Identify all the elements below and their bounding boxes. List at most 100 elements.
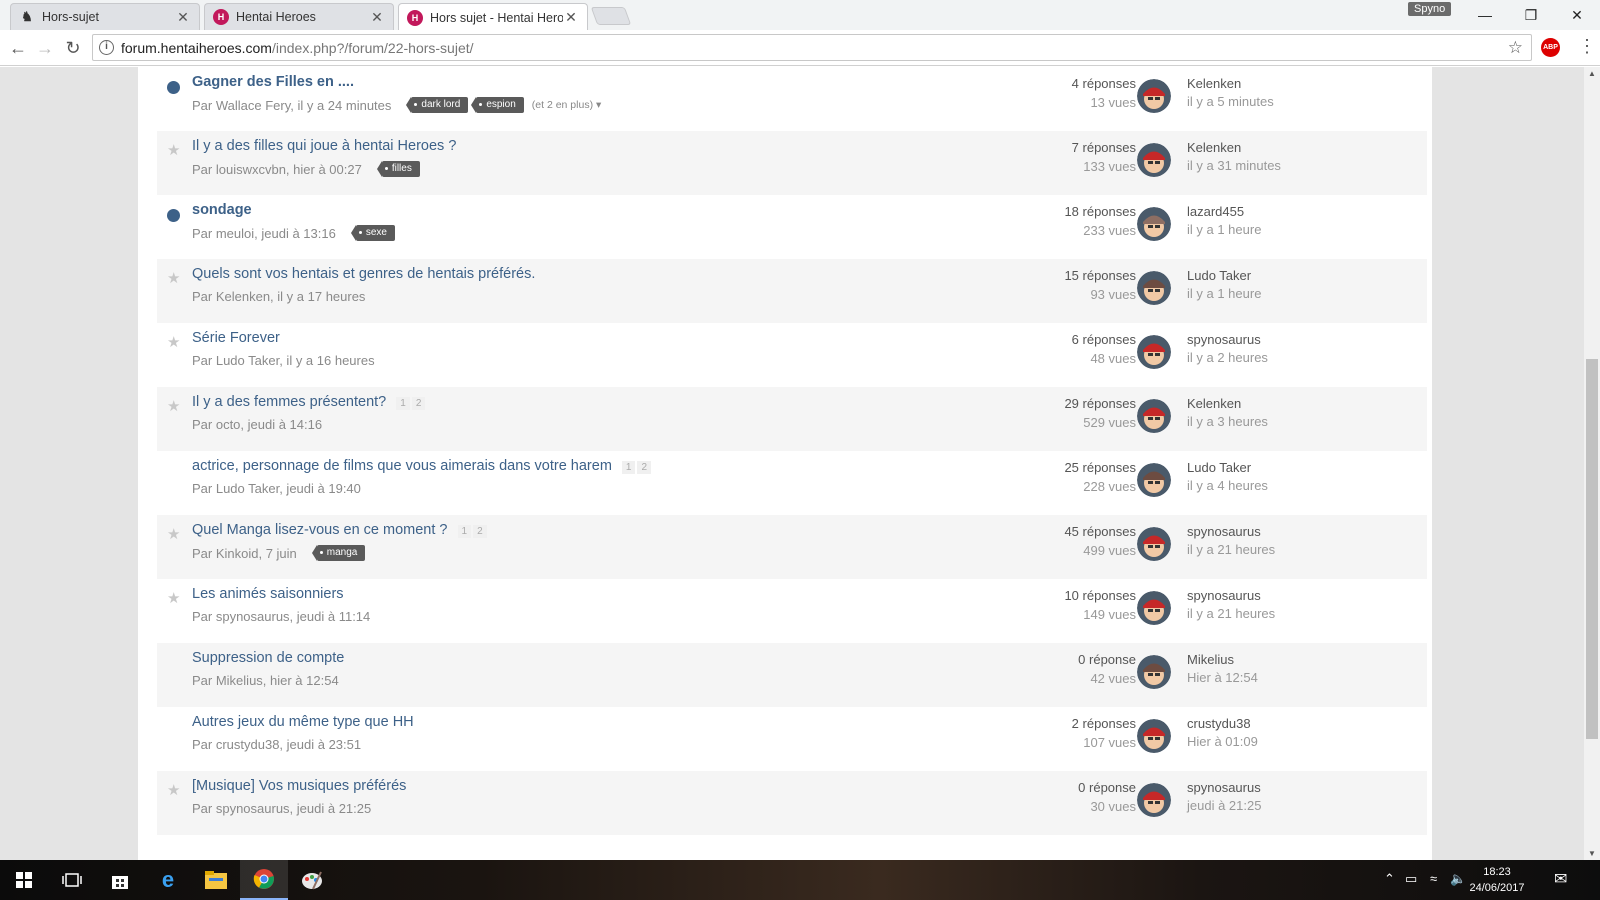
avatar[interactable] — [1137, 527, 1171, 561]
topic-row[interactable]: ★ Il y a des femmes présentent? 1 2 Par octo… — [157, 387, 1427, 451]
unread-dot-icon[interactable] — [167, 81, 180, 94]
reload-icon[interactable]: ↻ — [62, 37, 84, 59]
topic-row[interactable]: Suppression de compte Par Mikelius, hier … — [157, 643, 1427, 707]
windows-start-icon[interactable] — [0, 860, 48, 900]
topic-tag[interactable]: manga — [311, 545, 366, 561]
topic-row[interactable]: Gagner des Filles en .... Par Wallace Fer… — [157, 67, 1427, 131]
taskbar-clock[interactable]: 18:23 24/06/2017 — [1462, 864, 1532, 896]
topic-row[interactable]: ★ Quel Manga lisez-vous en ce moment ? 1 2 P… — [157, 515, 1427, 579]
topic-row[interactable]: actrice, personnage de films que vous ai… — [157, 451, 1427, 515]
topic-title-link[interactable]: sondage — [192, 202, 252, 218]
follow-star-icon[interactable]: ★ — [167, 527, 180, 542]
topic-title-link[interactable]: Gagner des Filles en .... — [192, 74, 354, 90]
follow-star-icon[interactable]: ★ — [167, 271, 180, 286]
last-poster-name[interactable]: Ludo Taker — [1187, 460, 1251, 475]
battery-icon[interactable]: ▭ — [1405, 871, 1417, 887]
last-poster-name[interactable]: Kelenken — [1187, 76, 1241, 91]
last-poster-name[interactable]: Kelenken — [1187, 396, 1241, 411]
topic-tag[interactable]: espion — [471, 97, 524, 113]
last-poster-name[interactable]: spynosaurus — [1187, 588, 1261, 603]
avatar[interactable] — [1137, 143, 1171, 177]
follow-star-icon[interactable]: ★ — [167, 783, 180, 798]
topic-title-link[interactable]: actrice, personnage de films que vous ai… — [192, 458, 612, 474]
last-poster-name[interactable]: spynosaurus — [1187, 780, 1261, 795]
new-tab-button[interactable] — [590, 7, 632, 25]
topic-row[interactable]: ★ Les animés saisonniers Par spynosaurus, … — [157, 579, 1427, 643]
last-poster-name[interactable]: Ludo Taker — [1187, 268, 1251, 283]
scrollbar-thumb[interactable] — [1586, 359, 1598, 739]
browser-menu-icon[interactable]: ⋮ — [1578, 36, 1596, 57]
avatar[interactable] — [1137, 591, 1171, 625]
topic-row[interactable]: sondage Par meuloi, jeudi à 13:16 sexe 18 r… — [157, 195, 1427, 259]
back-arrow-icon[interactable]: ← — [7, 37, 29, 59]
restore-icon[interactable]: ❐ — [1508, 2, 1554, 28]
topic-title-link[interactable]: Il y a des femmes présentent? — [192, 394, 386, 410]
more-tags-toggle[interactable]: (et 2 en plus) ▾ — [532, 99, 602, 111]
topic-row[interactable]: ★ Série Forever Par Ludo Taker, il y a 16 … — [157, 323, 1427, 387]
avatar[interactable] — [1137, 271, 1171, 305]
last-post-time[interactable]: il y a 21 heures — [1187, 542, 1275, 557]
close-window-icon[interactable]: ✕ — [1554, 2, 1600, 28]
last-post-time[interactable]: il y a 2 heures — [1187, 350, 1268, 365]
show-hidden-icons-icon[interactable]: ⌃ — [1384, 871, 1395, 887]
scroll-down-icon[interactable]: ▼ — [1588, 849, 1596, 858]
page-link[interactable]: 1 — [621, 461, 636, 474]
action-center-icon[interactable]: ✉ — [1554, 869, 1567, 889]
scroll-up-icon[interactable]: ▲ — [1588, 69, 1596, 78]
page-link[interactable]: 1 — [396, 397, 410, 410]
chrome-taskbar-icon[interactable] — [240, 860, 288, 900]
site-info-icon[interactable]: i — [99, 40, 114, 55]
last-post-time[interactable]: il y a 21 heures — [1187, 606, 1275, 621]
paint-icon[interactable] — [288, 860, 336, 900]
file-explorer-icon[interactable] — [192, 860, 240, 900]
forward-arrow-icon[interactable]: → — [34, 37, 56, 59]
adblock-extension-icon[interactable]: ABP — [1541, 38, 1560, 57]
last-post-time[interactable]: Hier à 12:54 — [1187, 670, 1258, 685]
browser-tab-active[interactable]: H Hors sujet - Hentai Heroes ✕ — [398, 3, 588, 31]
topic-title-link[interactable]: Quels sont vos hentais et genres de hent… — [192, 266, 535, 282]
close-tab-icon[interactable]: ✕ — [563, 9, 579, 26]
profile-button[interactable]: Spyno — [1408, 2, 1452, 16]
topic-tag[interactable]: filles — [376, 161, 420, 177]
wifi-icon[interactable]: ≈ — [1430, 871, 1437, 886]
topic-title-link[interactable]: Il y a des filles qui joue à hentai Hero… — [192, 138, 456, 154]
page-link[interactable]: 2 — [473, 525, 487, 538]
page-link[interactable]: 2 — [637, 461, 652, 474]
browser-tab-hentai-heroes[interactable]: H Hentai Heroes ✕ — [204, 3, 394, 30]
topic-title-link[interactable]: Les animés saisonniers — [192, 586, 344, 602]
avatar[interactable] — [1137, 399, 1171, 433]
topic-row[interactable]: ★ Il y a des filles qui joue à hentai Her… — [157, 131, 1427, 195]
avatar[interactable] — [1137, 783, 1171, 817]
edge-browser-icon[interactable]: e — [144, 860, 192, 900]
avatar[interactable] — [1137, 79, 1171, 113]
topic-tag[interactable]: sexe — [350, 225, 395, 241]
last-post-time[interactable]: il y a 3 heures — [1187, 414, 1268, 429]
last-poster-name[interactable]: spynosaurus — [1187, 332, 1261, 347]
close-tab-icon[interactable]: ✕ — [369, 9, 385, 26]
store-icon[interactable] — [96, 860, 144, 900]
last-post-time[interactable]: il y a 4 heures — [1187, 478, 1268, 493]
topic-title-link[interactable]: [Musique] Vos musiques préférés — [192, 778, 406, 794]
follow-star-icon[interactable]: ★ — [167, 143, 180, 158]
page-link[interactable]: 2 — [411, 397, 426, 410]
unread-dot-icon[interactable] — [167, 209, 180, 222]
last-poster-name[interactable]: lazard455 — [1187, 204, 1244, 219]
page-link[interactable]: 1 — [457, 525, 472, 538]
follow-star-icon[interactable]: ★ — [167, 399, 180, 414]
topic-title-link[interactable]: Série Forever — [192, 330, 280, 346]
topic-title-link[interactable]: Suppression de compte — [192, 650, 344, 666]
follow-star-icon[interactable]: ★ — [167, 335, 180, 350]
topic-row[interactable]: ★ [Musique] Vos musiques préférés Par spyn… — [157, 771, 1427, 835]
minimize-icon[interactable]: — — [1462, 2, 1508, 28]
last-post-time[interactable]: il y a 1 heure — [1187, 222, 1261, 237]
task-view-icon[interactable] — [48, 860, 96, 900]
close-tab-icon[interactable]: ✕ — [175, 9, 191, 26]
address-bar[interactable]: i forum.hentaiheroes.com/index.php?/foru… — [92, 34, 1532, 61]
topic-row[interactable]: Autres jeux du même type que HH Par crust… — [157, 707, 1427, 771]
avatar[interactable] — [1137, 655, 1171, 689]
last-post-time[interactable]: il y a 31 minutes — [1187, 158, 1281, 173]
topic-title-link[interactable]: Autres jeux du même type que HH — [192, 714, 414, 730]
avatar[interactable] — [1137, 719, 1171, 753]
vertical-scrollbar[interactable]: ▲ ▼ — [1584, 67, 1600, 860]
last-poster-name[interactable]: spynosaurus — [1187, 524, 1261, 539]
